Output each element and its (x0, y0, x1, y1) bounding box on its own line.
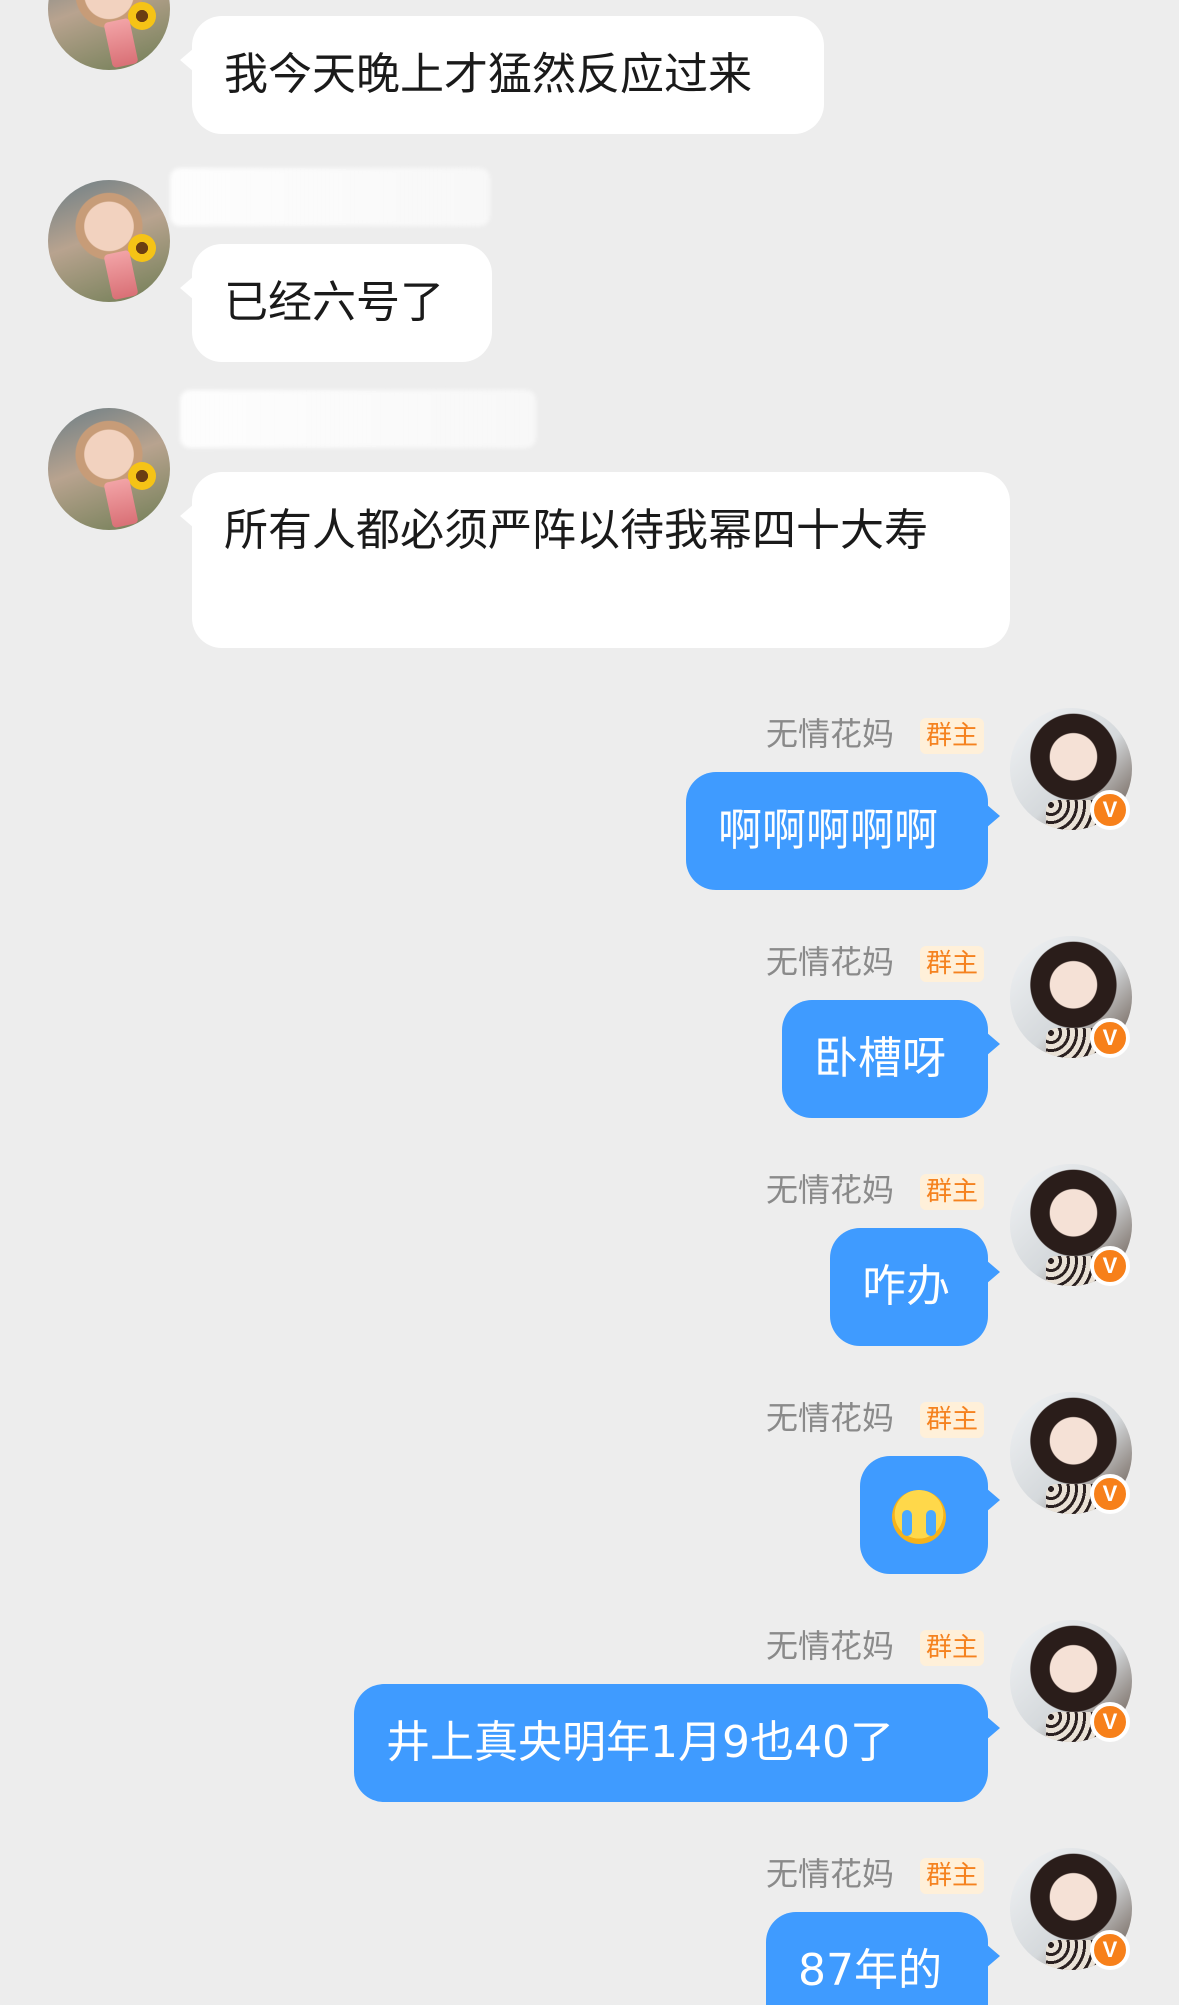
avatar[interactable] (48, 0, 170, 70)
verified-badge-icon: V (1090, 1930, 1130, 1970)
verified-badge-icon: V (1090, 1474, 1130, 1514)
sender-name: 无情花妈 (766, 715, 895, 753)
sender-name: 无情花妈 (766, 1399, 895, 1437)
role-badge: 群主 (920, 1402, 985, 1438)
verified-badge-icon: V (1090, 1702, 1130, 1742)
crying-face-emoji (892, 1490, 946, 1544)
message-text: 咋办 (862, 1261, 950, 1312)
message-text: 所有人都必须严阵以待我幂四十大寿 (224, 505, 928, 556)
message-bubble-outgoing[interactable]: 啊啊啊啊啊 (686, 772, 1000, 890)
sunflower-icon (128, 2, 156, 30)
avatar[interactable] (48, 180, 170, 302)
message-bubble-incoming[interactable]: 所有人都必须严阵以待我幂四十大寿 (180, 472, 1010, 648)
sender-name: 无情花妈 (766, 1627, 895, 1665)
role-badge: 群主 (920, 718, 985, 754)
redacted-name (170, 168, 490, 226)
sunflower-icon (128, 234, 156, 262)
message-text: 井上真央明年1月9也40了 (386, 1717, 894, 1768)
message-bubble-outgoing[interactable]: 卧槽呀 (782, 1000, 1000, 1118)
message-bubble-outgoing[interactable]: 咋办 (830, 1228, 1000, 1346)
role-badge: 群主 (920, 1630, 985, 1666)
sunflower-icon (128, 462, 156, 490)
avatar[interactable] (48, 408, 170, 530)
message-bubble-outgoing[interactable] (860, 1456, 1000, 1574)
verified-badge-icon: V (1090, 790, 1130, 830)
message-text: 啊啊啊啊啊 (718, 805, 938, 856)
message-bubble-outgoing[interactable]: 井上真央明年1月9也40了 (354, 1684, 1000, 1802)
verified-badge-icon: V (1090, 1246, 1130, 1286)
redacted-name (180, 390, 536, 448)
sender-name: 无情花妈 (766, 943, 895, 981)
message-text: 已经六号了 (224, 277, 444, 328)
message-text: 卧槽呀 (814, 1033, 946, 1084)
message-bubble-incoming[interactable]: 我今天晚上才猛然反应过来 (180, 16, 824, 134)
message-bubble-incoming[interactable]: 已经六号了 (180, 244, 492, 362)
role-badge: 群主 (920, 1858, 985, 1894)
sender-name: 无情花妈 (766, 1171, 895, 1209)
message-text: 87年的 (798, 1945, 942, 1996)
sender-name: 无情花妈 (766, 1855, 895, 1893)
role-badge: 群主 (920, 946, 985, 982)
message-text: 我今天晚上才猛然反应过来 (224, 49, 752, 100)
message-bubble-outgoing[interactable]: 87年的 (766, 1912, 1000, 2005)
role-badge: 群主 (920, 1174, 985, 1210)
verified-badge-icon: V (1090, 1018, 1130, 1058)
